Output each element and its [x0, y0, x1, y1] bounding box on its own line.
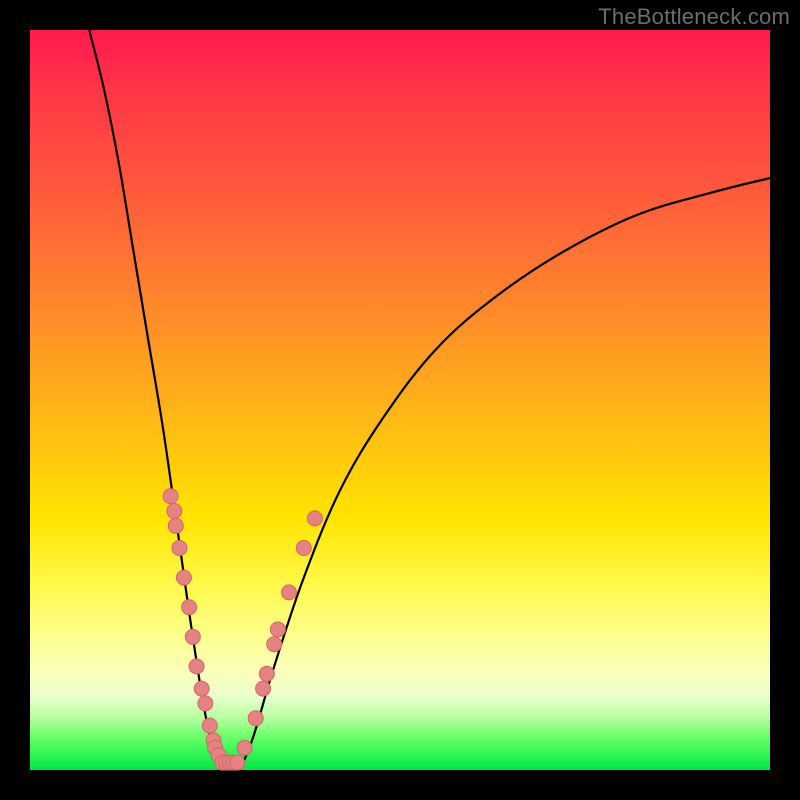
- data-marker: [189, 659, 204, 674]
- watermark-text: TheBottleneck.com: [598, 4, 790, 30]
- data-marker: [237, 740, 252, 755]
- data-marker: [202, 718, 217, 733]
- data-marker: [163, 489, 178, 504]
- data-marker: [296, 541, 311, 556]
- right-branch-markers: [237, 511, 322, 755]
- data-marker: [267, 637, 282, 652]
- data-marker: [194, 681, 209, 696]
- data-marker: [167, 504, 182, 519]
- data-marker: [185, 629, 200, 644]
- data-marker: [176, 570, 191, 585]
- data-marker: [307, 511, 322, 526]
- data-marker: [270, 622, 285, 637]
- data-marker: [182, 600, 197, 615]
- data-marker: [230, 755, 245, 770]
- data-marker: [282, 585, 297, 600]
- data-marker: [259, 666, 274, 681]
- chart-frame: TheBottleneck.com: [0, 0, 800, 800]
- left-branch-markers: [163, 489, 245, 770]
- curve-layer: [30, 30, 770, 770]
- data-marker: [248, 711, 263, 726]
- data-marker: [198, 696, 213, 711]
- data-marker: [168, 518, 183, 533]
- data-marker: [256, 681, 271, 696]
- plot-area: [30, 30, 770, 770]
- data-marker: [172, 541, 187, 556]
